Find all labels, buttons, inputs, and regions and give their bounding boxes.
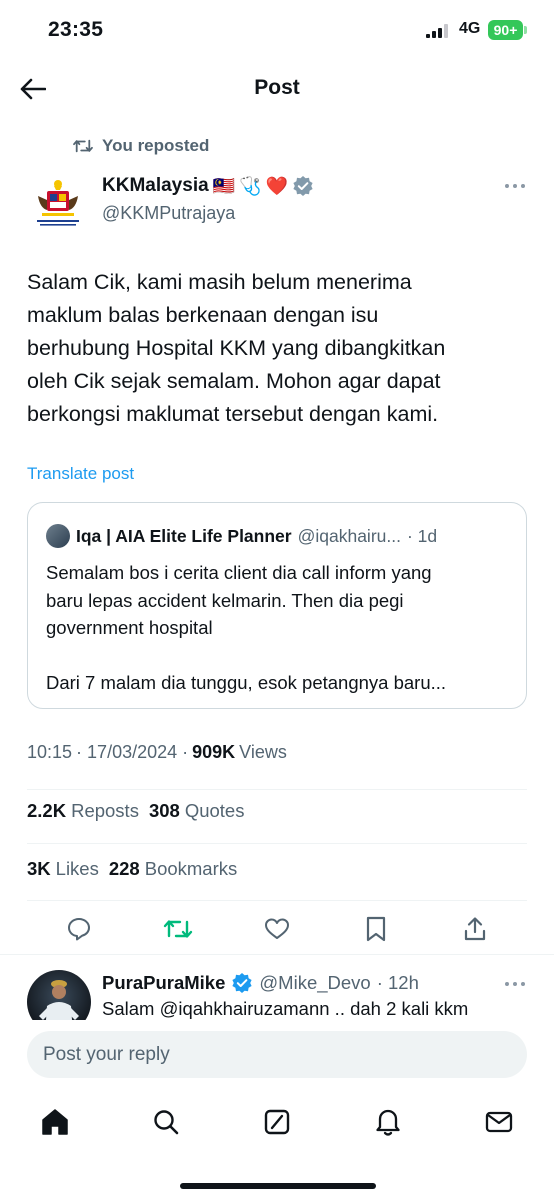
repost-icon [73, 139, 93, 153]
views-label: Views [239, 742, 287, 762]
flag-emoji: 🇲🇾 [212, 176, 236, 196]
quotes-stat[interactable]: 308 Quotes [149, 800, 245, 822]
verified-badge-icon [232, 973, 252, 993]
quote-text: Semalam bos i cerita client dia call inf… [46, 562, 447, 693]
post-meta: 10:15 · 17/03/2024 · 909K Views [27, 742, 287, 763]
reply-input[interactable] [27, 1031, 527, 1078]
heart-icon [265, 918, 289, 939]
header: Post [0, 62, 554, 116]
post-date: · 17/03/2024 · [76, 742, 189, 762]
stats-row-likes: 3K Likes 228 Bookmarks [27, 858, 237, 880]
author-handle[interactable]: @KKMPutrajaya [102, 203, 235, 224]
quote-author-handle: @iqakhairu... [297, 525, 401, 546]
divider [27, 843, 527, 844]
signal-icon [426, 24, 448, 38]
reply-author-name: PuraPuraMike [102, 972, 226, 993]
notifications-icon [376, 1109, 400, 1136]
home-icon [42, 1109, 68, 1135]
quoted-post-card[interactable]: Iqa | AIA Elite Life Planner @iqakhairu.… [27, 502, 527, 709]
like-button[interactable] [262, 914, 292, 944]
share-icon [464, 917, 486, 941]
quote-avatar [46, 524, 70, 548]
reply-more-button[interactable] [500, 974, 530, 994]
bookmarks-stat[interactable]: 228 Bookmarks [109, 858, 237, 880]
likes-stat[interactable]: 3K Likes [27, 858, 99, 880]
author-name-row[interactable]: KKMalaysia 🇲🇾 🩺 ❤️ [102, 172, 314, 200]
quotes-label: Quotes [184, 800, 245, 821]
repost-label: You reposted [102, 136, 210, 155]
grok-icon [264, 1109, 290, 1135]
divider [27, 900, 527, 901]
reply-text: Salam @iqahkhairuzamann .. dah 2 kali kk… [102, 998, 469, 1019]
nav-notifications[interactable] [372, 1106, 404, 1138]
messages-icon [485, 1111, 513, 1133]
verified-badge-icon [293, 176, 313, 196]
quote-time: · 1d [406, 525, 438, 546]
repost-indicator: You reposted [72, 134, 209, 158]
more-options-button[interactable] [500, 176, 530, 196]
nav-grok[interactable] [261, 1106, 293, 1138]
reply-author-handle: @Mike_Devo [259, 972, 371, 993]
stethoscope-emoji: 🩺 [239, 176, 262, 196]
battery-icon: 90+ [488, 20, 523, 40]
reply-button[interactable] [64, 914, 94, 944]
bookmarks-label: Bookmarks [144, 858, 238, 879]
reposts-label: Reposts [71, 800, 139, 821]
home-indicator [180, 1183, 376, 1189]
avatar[interactable] [30, 174, 86, 230]
battery-tip [524, 26, 527, 34]
likes-label: Likes [55, 858, 99, 879]
quote-header: Iqa | AIA Elite Life Planner @iqakhairu.… [46, 523, 516, 549]
network-label: 4G [459, 20, 481, 37]
repost-button[interactable] [163, 914, 193, 944]
heart-emoji: ❤️ [265, 176, 288, 196]
divider [27, 789, 527, 790]
nav-messages[interactable] [483, 1106, 515, 1138]
reposts-stat[interactable]: 2.2K Reposts [27, 800, 139, 822]
views-count: 909K [192, 742, 236, 762]
stats-row-reposts: 2.2K Reposts 308 Quotes [27, 800, 244, 822]
likes-count: 3K [27, 858, 51, 879]
reply-time: · 12h [376, 972, 419, 993]
repost-icon [163, 920, 193, 938]
more-dots-icon [505, 184, 525, 188]
bookmark-button[interactable] [361, 914, 391, 944]
status-time: 23:35 [48, 18, 104, 41]
author-name: KKMalaysia [102, 175, 209, 196]
nav-home[interactable] [39, 1106, 71, 1138]
divider [0, 954, 554, 955]
translate-post-link[interactable]: Translate post [27, 464, 134, 484]
post-time: 10:15 [27, 742, 73, 762]
quote-author-name: Iqa | AIA Elite Life Planner [76, 525, 292, 546]
bookmarks-count: 228 [108, 858, 140, 879]
status-bar: 23:35 4G 90+ [0, 0, 554, 62]
post-actions [0, 906, 554, 952]
bookmark-icon [366, 916, 386, 942]
more-dots-icon [505, 982, 525, 986]
post-text: Salam Cik, kami masih belum menerima mak… [27, 270, 446, 426]
reposts-count: 2.2K [27, 800, 67, 821]
page-title: Post [254, 76, 300, 99]
reply-header[interactable]: PuraPuraMike @Mike_Devo · 12h [102, 970, 419, 996]
reply-icon [68, 918, 90, 941]
quotes-count: 308 [148, 800, 180, 821]
bottom-nav [0, 1098, 554, 1148]
kkm-logo-icon [37, 180, 79, 226]
share-button[interactable] [460, 914, 490, 944]
nav-search[interactable] [150, 1106, 182, 1138]
search-icon [154, 1110, 179, 1135]
